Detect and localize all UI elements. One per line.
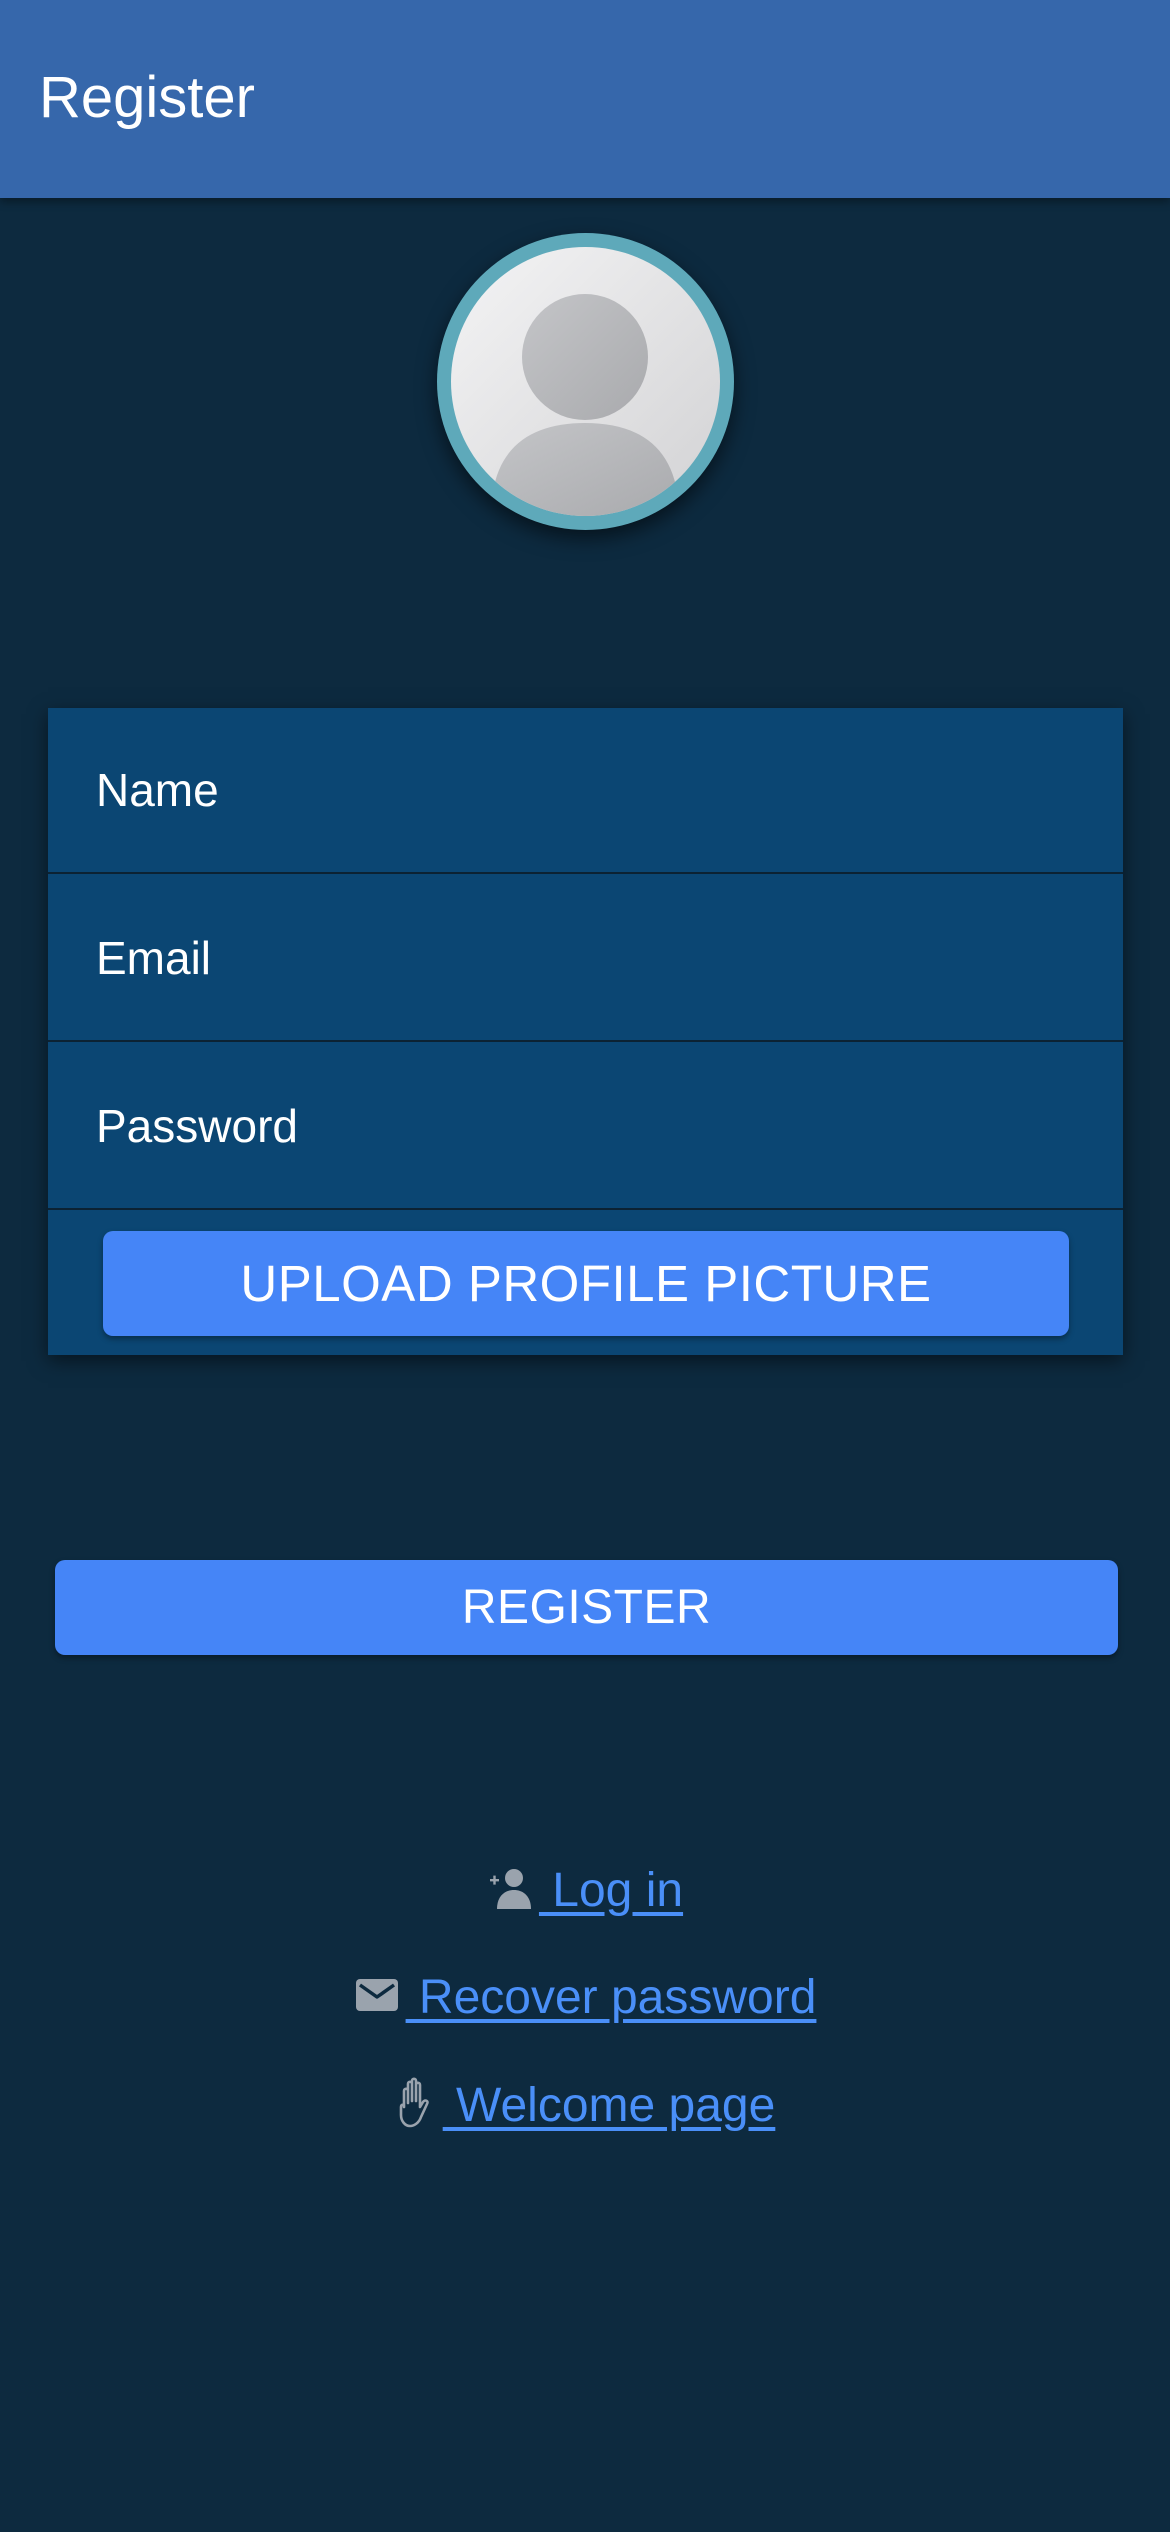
page-title: Register bbox=[39, 65, 255, 130]
registration-form: UPLOAD PROFILE PICTURE bbox=[48, 708, 1123, 1355]
recover-password-link[interactable]: Recover password bbox=[406, 1970, 817, 2025]
upload-profile-picture-button[interactable]: UPLOAD PROFILE PICTURE bbox=[103, 1231, 1069, 1336]
mail-icon bbox=[354, 1975, 400, 2020]
register-button[interactable]: REGISTER bbox=[55, 1560, 1118, 1655]
welcome-page-link-row: Welcome page bbox=[0, 2070, 1170, 2140]
welcome-page-link[interactable]: Welcome page bbox=[443, 2078, 775, 2133]
name-input[interactable] bbox=[48, 708, 1123, 872]
password-field-row bbox=[48, 1044, 1123, 1210]
profile-avatar[interactable] bbox=[437, 233, 734, 530]
password-input[interactable] bbox=[48, 1044, 1123, 1208]
recover-password-link-row: Recover password bbox=[0, 1962, 1170, 2032]
email-input[interactable] bbox=[48, 876, 1123, 1040]
login-link[interactable]: Log in bbox=[539, 1863, 683, 1918]
login-link-row: Log in bbox=[0, 1855, 1170, 1925]
add-user-icon bbox=[487, 1865, 533, 1916]
name-field-row bbox=[48, 708, 1123, 874]
app-bar: Register bbox=[0, 0, 1170, 198]
hand-icon bbox=[395, 2076, 437, 2134]
email-field-row bbox=[48, 876, 1123, 1042]
default-avatar-icon bbox=[451, 247, 720, 516]
